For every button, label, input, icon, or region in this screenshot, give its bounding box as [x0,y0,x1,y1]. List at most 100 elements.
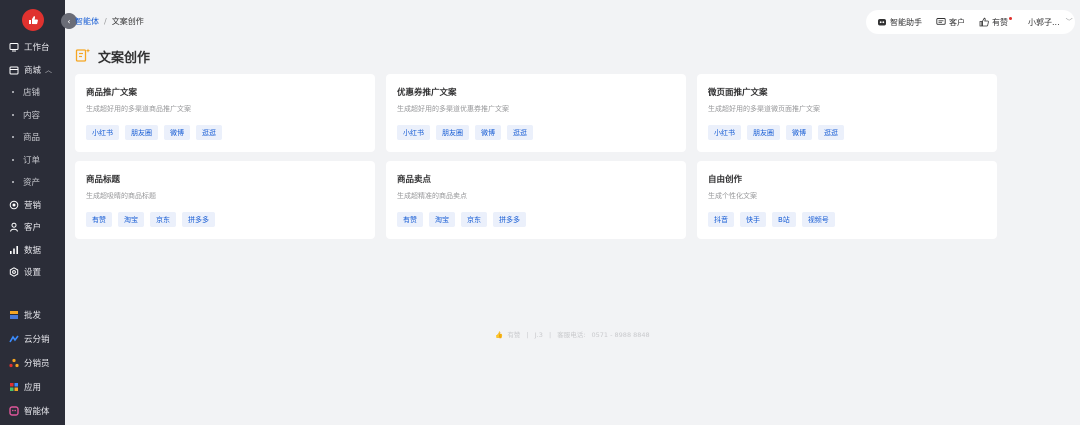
customer-service-button[interactable]: 客户 [936,17,965,28]
tag[interactable]: 朋友圈 [436,125,469,140]
brand-logo-icon[interactable] [22,9,44,31]
tag[interactable]: 拼多多 [493,212,526,227]
tag[interactable]: 微博 [475,125,501,140]
data-icon [9,245,19,255]
sidebar-subitem-orders[interactable]: 订单 [0,149,65,172]
card-coupon-promo[interactable]: 优惠券推广文案 生成超好用的多渠道优惠券推广文案 小红书 朋友圈 微博 逛逛 [386,74,686,152]
tag[interactable]: 逛逛 [818,125,844,140]
tag-list: 小红书 朋友圈 微博 逛逛 [397,125,675,140]
bullet-icon [12,136,14,139]
tag-list: 小红书 朋友圈 微博 逛逛 [86,125,364,140]
sidebar-item-label: 分销员 [24,359,50,369]
youzan-button[interactable]: 有赞 [979,16,1014,28]
card-title: 商品标题 [86,175,121,185]
card-free-creation[interactable]: 自由创作 生成个性化文案 抖音 快手 B站 视频号 [697,161,997,239]
sidebar-item-workbench[interactable]: 工作台 [0,36,65,59]
footer: 👍 有赞 | J.3 | 客服电话: 0571 - 8988 8848 [0,329,1080,339]
card-product-title[interactable]: 商品标题 生成超吸睛的商品标题 有赞 淘宝 京东 拼多多 [75,161,375,239]
sidebar-item-data[interactable]: 数据 [0,239,65,262]
tag-list: 小红书 朋友圈 微博 逛逛 [708,125,986,140]
robot-icon [878,19,886,26]
sidebar-item-agent[interactable]: 智能体 [0,399,65,423]
page-title: 文案创作 [98,51,151,66]
tag[interactable]: 抖音 [708,212,734,227]
tag[interactable]: 拼多多 [182,212,215,227]
apps-icon [9,382,19,392]
sidebar-item-label: 订单 [23,155,41,166]
sidebar-item-label: 批发 [24,311,42,321]
footer-phone: 0571 - 8988 8848 [591,331,650,339]
bullet-icon [12,113,14,116]
sidebar-item-store[interactable]: 商城 ︿ [0,59,65,82]
tag[interactable]: 快手 [740,212,766,227]
sidebar-item-marketing[interactable]: 营销 [0,194,65,217]
smart-assistant-label: 智能助手 [890,17,922,27]
sidebar-item-wholesale[interactable]: 批发 [0,303,65,327]
card-description: 生成超好用的多渠道商品推广文案 [86,105,191,113]
sidebar-subitem-goods[interactable]: 商品 [0,126,65,149]
tag[interactable]: 逛逛 [507,125,533,140]
notification-dot [1009,16,1012,20]
tag[interactable]: 朋友圈 [125,125,158,140]
tag[interactable]: 小红书 [86,125,119,140]
breadcrumb-separator: / [104,17,107,26]
card-product-promo[interactable]: 商品推广文案 生成超好用的多渠道商品推广文案 小红书 朋友圈 微博 逛逛 [75,74,375,152]
card-micropage-promo[interactable]: 微页面推广文案 生成超好用的多渠道微页面推广文案 小红书 朋友圈 微博 逛逛 [697,74,997,152]
sidebar-item-label: 店铺 [23,88,41,99]
sidebar-item-apps[interactable]: 应用 [0,375,65,399]
tag[interactable]: 淘宝 [118,212,144,227]
card-title: 商品卖点 [397,175,432,185]
tag[interactable]: 京东 [461,212,487,227]
message-icon [936,18,946,25]
distributor-icon [9,358,19,368]
tag[interactable]: 有赞 [86,212,112,227]
card-title: 优惠券推广文案 [397,88,457,98]
sidebar-item-label: 资产 [23,178,41,189]
breadcrumb-link-agent[interactable]: 智能体 [75,16,99,27]
tag[interactable]: 有赞 [397,212,423,227]
sidebar-item-settings[interactable]: 设置 [0,261,65,284]
tag[interactable]: 淘宝 [429,212,455,227]
divider: | [526,331,529,339]
sidebar-subitem-assets[interactable]: 资产 [0,171,65,194]
tag[interactable]: 小红书 [708,125,741,140]
tag[interactable]: 视频号 [801,212,835,227]
sidebar-item-label: 数据 [24,245,42,256]
tag-list: 有赞 淘宝 京东 拼多多 [397,212,675,227]
sidebar-item-label: 设置 [24,268,42,279]
breadcrumb-current: 文案创作 [111,17,144,26]
bullet-icon [12,158,14,161]
footer-brand: 有赞 [507,331,521,339]
tag[interactable]: 逛逛 [196,125,222,140]
tag[interactable]: 朋友圈 [747,125,780,140]
thumbs-up-icon: 👍 [495,331,504,339]
customer-service-label: 客户 [949,17,965,27]
sidebar-item-customer[interactable]: 客户 [0,216,65,239]
user-name: 小郭子... [1028,17,1060,27]
sidebar-item-label: 客户 [24,223,42,234]
tag[interactable]: B站 [772,212,796,227]
user-menu[interactable]: 小郭子... ﹀ [1028,17,1073,28]
sidebar-subitem-shop[interactable]: 店铺 [0,81,65,104]
settings-icon [9,267,19,278]
bullet-icon [12,91,14,94]
tag[interactable]: 小红书 [397,125,430,140]
customer-icon [9,222,19,232]
sidebar-subitem-content[interactable]: 内容 [0,104,65,127]
sidebar-item-label: 应用 [24,383,42,393]
sidebar-item-distributor[interactable]: 分销员 [0,351,65,375]
workbench-icon [9,42,19,52]
tag[interactable]: 微博 [786,125,812,140]
card-selling-points[interactable]: 商品卖点 生成超精准的商品卖点 有赞 淘宝 京东 拼多多 [386,161,686,239]
smart-assistant-button[interactable]: 智能助手 [877,17,922,28]
tag-list: 有赞 淘宝 京东 拼多多 [86,212,364,227]
card-title: 微页面推广文案 [708,88,768,98]
chevron-up-icon: ︿ [45,65,53,74]
card-description: 生成超吸睛的商品标题 [86,192,156,200]
tag[interactable]: 京东 [150,212,176,227]
agent-icon [9,406,19,416]
footer-phone-label: 客服电话: [557,331,586,339]
store-icon [9,65,19,75]
card-description: 生成超好用的多渠道微页面推广文案 [708,105,820,113]
tag[interactable]: 微博 [164,125,190,140]
